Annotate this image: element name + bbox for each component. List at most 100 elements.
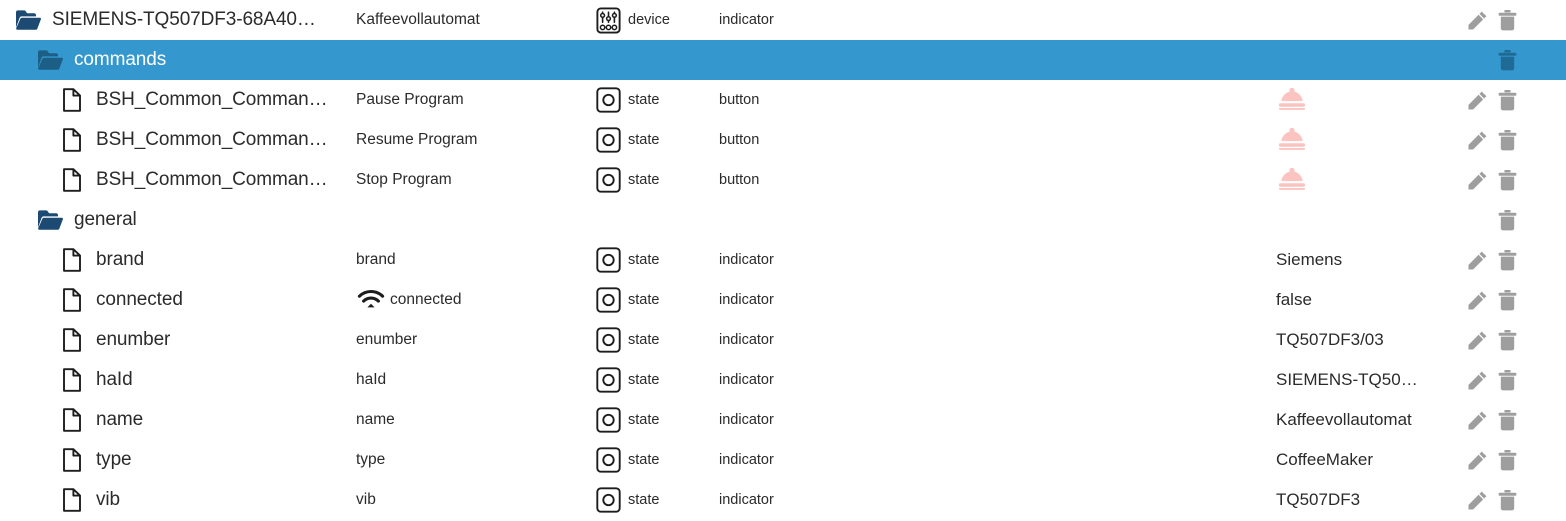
row-kind-label: indicator [719, 492, 774, 508]
pencil-icon[interactable] [1467, 370, 1488, 391]
trash-icon[interactable] [1497, 209, 1518, 231]
edit-button[interactable] [1466, 249, 1488, 271]
delete-button[interactable] [1496, 289, 1518, 311]
delete-button[interactable] [1496, 9, 1518, 31]
edit-button[interactable] [1466, 329, 1488, 351]
edit-button[interactable] [1466, 169, 1488, 191]
delete-button[interactable] [1496, 89, 1518, 111]
row-value-cell: false [1276, 290, 1450, 310]
edit-button[interactable] [1466, 89, 1488, 111]
folder-icon-slot [36, 46, 64, 74]
table-row[interactable]: SIEMENS-TQ507DF3-68A40… Kaffeevollautomat… [0, 0, 1566, 40]
trash-icon[interactable] [1497, 449, 1518, 471]
row-name-cell: commands [0, 46, 356, 74]
row-id-label: enumber [96, 329, 171, 350]
delete-button[interactable] [1496, 489, 1518, 511]
trash-icon[interactable] [1497, 489, 1518, 511]
row-common-name-label: Pause Program [356, 91, 464, 108]
trash-icon[interactable] [1497, 369, 1518, 391]
pencil-icon[interactable] [1467, 90, 1488, 111]
row-common-name-cell: vib [356, 491, 596, 509]
row-role-cell: state [596, 287, 716, 313]
trash-icon[interactable] [1497, 329, 1518, 351]
row-name-cell: haId [0, 366, 356, 394]
trash-icon[interactable] [1497, 289, 1518, 311]
state-circle-icon [596, 327, 621, 353]
delete-button[interactable] [1496, 49, 1518, 71]
trash-icon[interactable] [1497, 89, 1518, 111]
trash-icon[interactable] [1497, 49, 1518, 71]
table-row[interactable]: BSH_Common_Comman… Pause Program state butt… [0, 80, 1566, 120]
row-name-cell: vib [0, 486, 356, 514]
table-row[interactable]: type type state indicator CoffeeMaker [0, 440, 1566, 480]
delete-button[interactable] [1496, 449, 1518, 471]
table-row[interactable]: haId haId state indicator SIEMENS-TQ50… [0, 360, 1566, 400]
row-value-label: SIEMENS-TQ50… [1276, 370, 1418, 389]
table-row[interactable]: commands [0, 40, 1566, 80]
delete-button[interactable] [1496, 409, 1518, 431]
state-circle-icon [596, 167, 621, 193]
pencil-icon[interactable] [1467, 170, 1488, 191]
device-sliders-icon [596, 6, 621, 34]
edit-button[interactable] [1466, 129, 1488, 151]
delete-button[interactable] [1496, 169, 1518, 191]
trash-icon[interactable] [1497, 169, 1518, 191]
pencil-icon[interactable] [1467, 250, 1488, 271]
pencil-icon[interactable] [1467, 130, 1488, 151]
delete-button[interactable] [1496, 369, 1518, 391]
table-row[interactable]: BSH_Common_Comman… Resume Program state but… [0, 120, 1566, 160]
table-row[interactable]: connected connected state indicator false [0, 280, 1566, 320]
pencil-icon[interactable] [1467, 330, 1488, 351]
row-actions-cell [1450, 9, 1566, 31]
folder-icon [38, 210, 63, 230]
table-row[interactable]: BSH_Common_Comman… Stop Program state butto… [0, 160, 1566, 200]
pencil-icon[interactable] [1467, 410, 1488, 431]
pencil-icon[interactable] [1467, 290, 1488, 311]
row-common-name-cell: Stop Program [356, 171, 596, 189]
table-row[interactable]: general [0, 200, 1566, 240]
pencil-icon[interactable] [1467, 450, 1488, 471]
state-circle-icon [596, 487, 621, 513]
row-value-label: TQ507DF3/03 [1276, 330, 1384, 349]
delete-button[interactable] [1496, 249, 1518, 271]
row-common-name-label: name [356, 411, 395, 428]
row-role-label: state [628, 332, 660, 348]
trash-icon[interactable] [1497, 129, 1518, 151]
file-icon [63, 168, 81, 192]
edit-button[interactable] [1466, 489, 1488, 511]
row-actions-cell [1450, 249, 1566, 271]
pencil-icon[interactable] [1467, 10, 1488, 31]
delete-button[interactable] [1496, 209, 1518, 231]
pencil-icon[interactable] [1467, 490, 1488, 511]
file-icon [63, 448, 81, 472]
table-row[interactable]: brand brand state indicator Siemens [0, 240, 1566, 280]
table-row[interactable]: vib vib state indicator TQ507DF3 [0, 480, 1566, 520]
folder-icon [38, 50, 63, 70]
row-role-cell: state [596, 407, 716, 433]
row-value-cell: Kaffeevollautomat [1276, 410, 1450, 430]
table-row[interactable]: enumber enumber state indicator TQ507DF3/03 [0, 320, 1566, 360]
delete-button[interactable] [1496, 129, 1518, 151]
delete-button[interactable] [1496, 329, 1518, 351]
row-role-cell: state [596, 167, 716, 193]
edit-button[interactable] [1466, 9, 1488, 31]
row-id-label: general [74, 209, 137, 230]
folder-icon-slot [36, 206, 64, 234]
row-actions-cell [1450, 129, 1566, 151]
table-row[interactable]: name name state indicator Kaffeevollautomat [0, 400, 1566, 440]
file-icon [63, 88, 81, 112]
trash-icon[interactable] [1497, 409, 1518, 431]
row-actions-cell [1450, 409, 1566, 431]
trash-icon[interactable] [1497, 249, 1518, 271]
row-value-cell: TQ507DF3 [1276, 490, 1450, 510]
edit-button[interactable] [1466, 449, 1488, 471]
row-common-name-cell: brand [356, 251, 596, 269]
edit-button[interactable] [1466, 289, 1488, 311]
row-common-name-label: brand [356, 251, 396, 268]
trash-icon[interactable] [1497, 9, 1518, 31]
row-name-cell: type [0, 446, 356, 474]
edit-button[interactable] [1466, 409, 1488, 431]
row-value-cell [1276, 167, 1450, 193]
edit-button[interactable] [1466, 369, 1488, 391]
row-id-label: commands [74, 49, 167, 70]
